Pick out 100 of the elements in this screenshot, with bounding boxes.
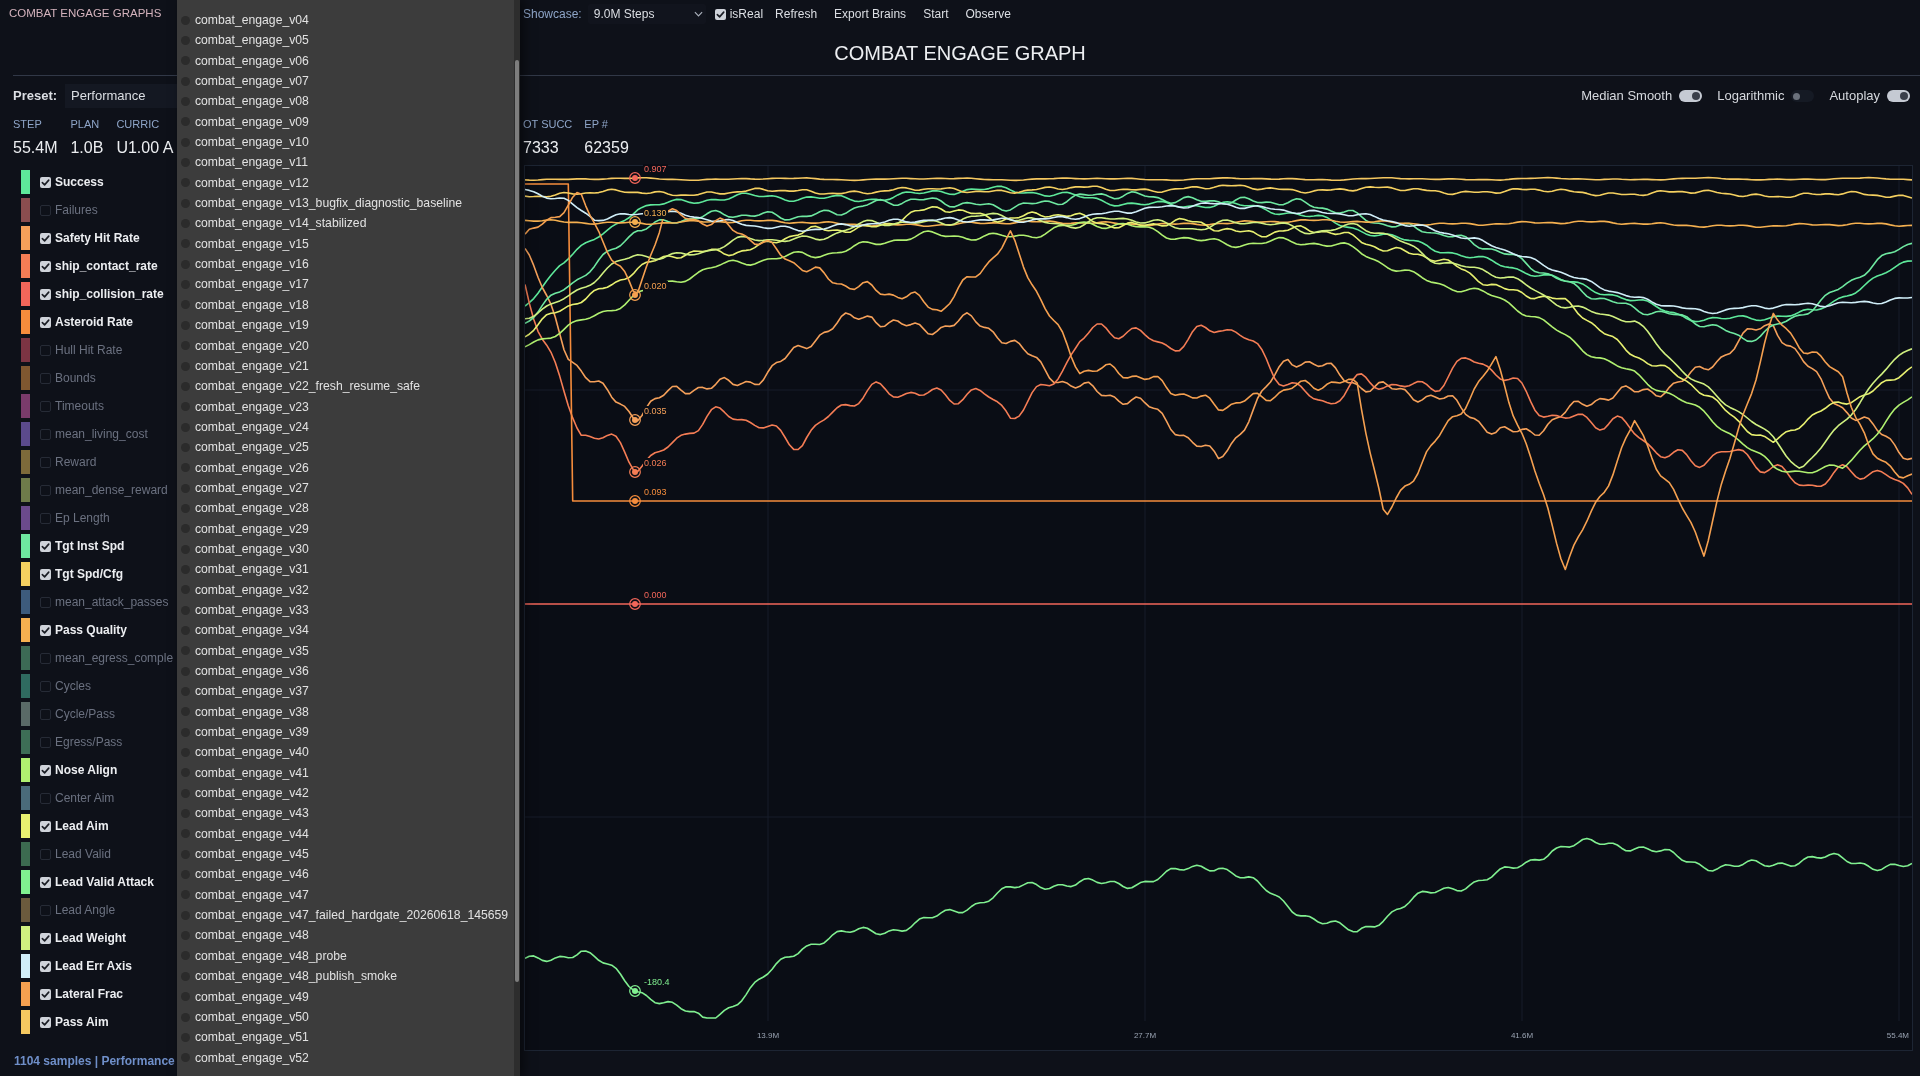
metric-label[interactable]: ship_collision_rate bbox=[55, 285, 164, 303]
menu-item[interactable]: combat_engage_v24 bbox=[181, 416, 514, 438]
checkbox[interactable] bbox=[40, 904, 51, 916]
checkbox[interactable] bbox=[40, 792, 51, 804]
toolbar-button[interactable]: Refresh bbox=[768, 4, 825, 24]
menu-item[interactable]: combat_engage_v33 bbox=[181, 599, 514, 621]
checkbox[interactable] bbox=[40, 344, 51, 356]
checkbox[interactable] bbox=[40, 316, 51, 328]
checkbox[interactable] bbox=[714, 8, 726, 20]
menu-item[interactable]: combat_engage_v21 bbox=[181, 355, 514, 377]
metric-label[interactable]: Lead Valid Attack bbox=[55, 873, 154, 891]
toolbar-button[interactable]: Observe bbox=[958, 4, 1018, 24]
checkbox[interactable] bbox=[40, 848, 51, 860]
menu-item[interactable]: combat_engage_v20 bbox=[181, 335, 514, 356]
checkbox[interactable] bbox=[40, 932, 51, 944]
metric-label[interactable]: Lead Err Axis bbox=[55, 957, 132, 975]
menu-item[interactable]: combat_engage_v48 bbox=[181, 925, 514, 946]
menu-item[interactable]: combat_engage_v44 bbox=[181, 823, 514, 845]
checkbox[interactable] bbox=[40, 988, 51, 1000]
preset-select[interactable]: Performance bbox=[65, 84, 178, 108]
metric-label[interactable]: Safety Hit Rate bbox=[55, 229, 140, 247]
metric-label[interactable]: Lead Angle bbox=[55, 901, 116, 919]
menu-item[interactable]: combat_engage_v39 bbox=[181, 722, 514, 743]
metric-label[interactable]: mean_living_cost bbox=[55, 425, 148, 443]
menu-item[interactable]: combat_engage_v52 bbox=[181, 1047, 514, 1068]
checkbox[interactable] bbox=[40, 456, 51, 468]
checkbox[interactable] bbox=[40, 568, 51, 580]
metric-label[interactable]: mean_egress_comple bbox=[55, 649, 174, 667]
scrollbar[interactable] bbox=[514, 0, 520, 1076]
menu-item[interactable]: combat_engage_v18 bbox=[181, 294, 514, 316]
checkbox[interactable] bbox=[40, 512, 51, 524]
checkbox[interactable] bbox=[40, 596, 51, 608]
menu-item[interactable]: combat_engage_v10 bbox=[181, 132, 514, 153]
menu-item[interactable]: combat_engage_v17 bbox=[181, 274, 514, 295]
checkbox[interactable] bbox=[40, 232, 51, 244]
toolbar-button[interactable]: Export Brains bbox=[827, 4, 914, 24]
showcase-select[interactable]: 9.0M Steps bbox=[587, 4, 706, 24]
checkbox[interactable] bbox=[40, 764, 51, 776]
checkbox[interactable] bbox=[40, 540, 51, 552]
menu-item[interactable]: combat_engage_v14_stabilized bbox=[181, 213, 514, 234]
metric-label[interactable]: mean_dense_reward bbox=[55, 481, 168, 499]
menu-item[interactable]: combat_engage_v32 bbox=[181, 579, 514, 600]
metric-label[interactable]: Timeouts bbox=[55, 397, 104, 415]
menu-item[interactable]: combat_engage_v11 bbox=[181, 152, 514, 173]
menu-item[interactable]: combat_engage_v51 bbox=[181, 1027, 514, 1048]
menu-item[interactable]: combat_engage_v45 bbox=[181, 844, 514, 865]
menu-item[interactable]: combat_engage_v23 bbox=[181, 396, 514, 417]
scrollbar-thumb[interactable] bbox=[515, 60, 519, 982]
metric-label[interactable]: Lateral Frac bbox=[55, 985, 124, 1003]
checkbox[interactable] bbox=[40, 876, 51, 888]
metric-label[interactable]: Failures bbox=[55, 201, 98, 219]
menu-item[interactable]: combat_engage_v36 bbox=[181, 661, 514, 682]
metric-label[interactable]: Reward bbox=[55, 453, 97, 471]
checkbox[interactable] bbox=[40, 820, 51, 832]
menu-item[interactable]: combat_engage_v08 bbox=[181, 91, 514, 112]
metric-label[interactable]: Tgt Spd/Cfg bbox=[55, 565, 123, 583]
menu-item[interactable]: combat_engage_v26 bbox=[181, 457, 514, 478]
checkbox[interactable] bbox=[40, 484, 51, 496]
metric-label[interactable]: Center Aim bbox=[55, 789, 115, 807]
menu-item[interactable]: combat_engage_v34 bbox=[181, 620, 514, 641]
toggle-switch[interactable] bbox=[1679, 90, 1703, 102]
metric-label[interactable]: Nose Align bbox=[55, 761, 118, 779]
checkbox-label[interactable]: isReal bbox=[729, 5, 764, 23]
metric-label[interactable]: Egress/Pass bbox=[55, 733, 123, 751]
checkbox[interactable] bbox=[40, 372, 51, 384]
checkbox[interactable] bbox=[40, 680, 51, 692]
toolbar-button[interactable]: Start bbox=[916, 4, 956, 24]
menu-item[interactable]: combat_engage_v46 bbox=[181, 864, 514, 885]
metric-label[interactable]: Pass Quality bbox=[55, 621, 128, 639]
metric-label[interactable]: Pass Aim bbox=[55, 1013, 109, 1031]
menu-item[interactable]: combat_engage_v40 bbox=[181, 742, 514, 763]
metric-label[interactable]: Tgt Inst Spd bbox=[55, 537, 125, 555]
menu-item[interactable]: combat_engage_v27 bbox=[181, 477, 514, 499]
metric-label[interactable]: Lead Aim bbox=[55, 817, 109, 835]
menu-item[interactable]: combat_engage_v48_probe bbox=[181, 945, 514, 967]
menu-item[interactable]: combat_engage_v16 bbox=[181, 254, 514, 275]
menu-item[interactable]: combat_engage_v13_bugfix_diagnostic_baseline bbox=[181, 193, 514, 214]
menu-item[interactable]: combat_engage_v28 bbox=[181, 498, 514, 519]
metric-label[interactable]: Asteroid Rate bbox=[55, 313, 134, 331]
menu-item[interactable]: combat_engage_v09 bbox=[181, 111, 514, 133]
metric-label[interactable]: mean_attack_passes bbox=[55, 593, 169, 611]
metric-label[interactable]: Lead Valid bbox=[55, 845, 111, 863]
checkbox[interactable] bbox=[40, 1016, 51, 1028]
checkbox[interactable] bbox=[40, 652, 51, 664]
menu-item[interactable]: combat_engage_v31 bbox=[181, 559, 514, 580]
menu-item[interactable]: combat_engage_v47_failed_hardgate_20260618_145659 bbox=[181, 905, 514, 926]
menu-item[interactable]: combat_engage_v29 bbox=[181, 518, 514, 539]
menu-item[interactable]: combat_engage_v12 bbox=[181, 172, 514, 194]
checkbox[interactable] bbox=[40, 204, 51, 216]
metric-label[interactable]: Bounds bbox=[55, 369, 96, 387]
menu-item[interactable]: combat_engage_v15 bbox=[181, 233, 514, 255]
menu-item[interactable]: combat_engage_v06 bbox=[181, 50, 514, 72]
checkbox[interactable] bbox=[40, 960, 51, 972]
menu-item[interactable]: combat_engage_v04 bbox=[181, 10, 514, 31]
checkbox[interactable] bbox=[40, 400, 51, 412]
menu-item[interactable]: combat_engage_v19 bbox=[181, 315, 514, 336]
metric-label[interactable]: ship_contact_rate bbox=[55, 257, 158, 275]
metric-label[interactable]: Lead Weight bbox=[55, 929, 127, 947]
menu-item[interactable]: combat_engage_v43 bbox=[181, 803, 514, 824]
menu-item[interactable]: combat_engage_v48_publish_smoke bbox=[181, 966, 514, 987]
